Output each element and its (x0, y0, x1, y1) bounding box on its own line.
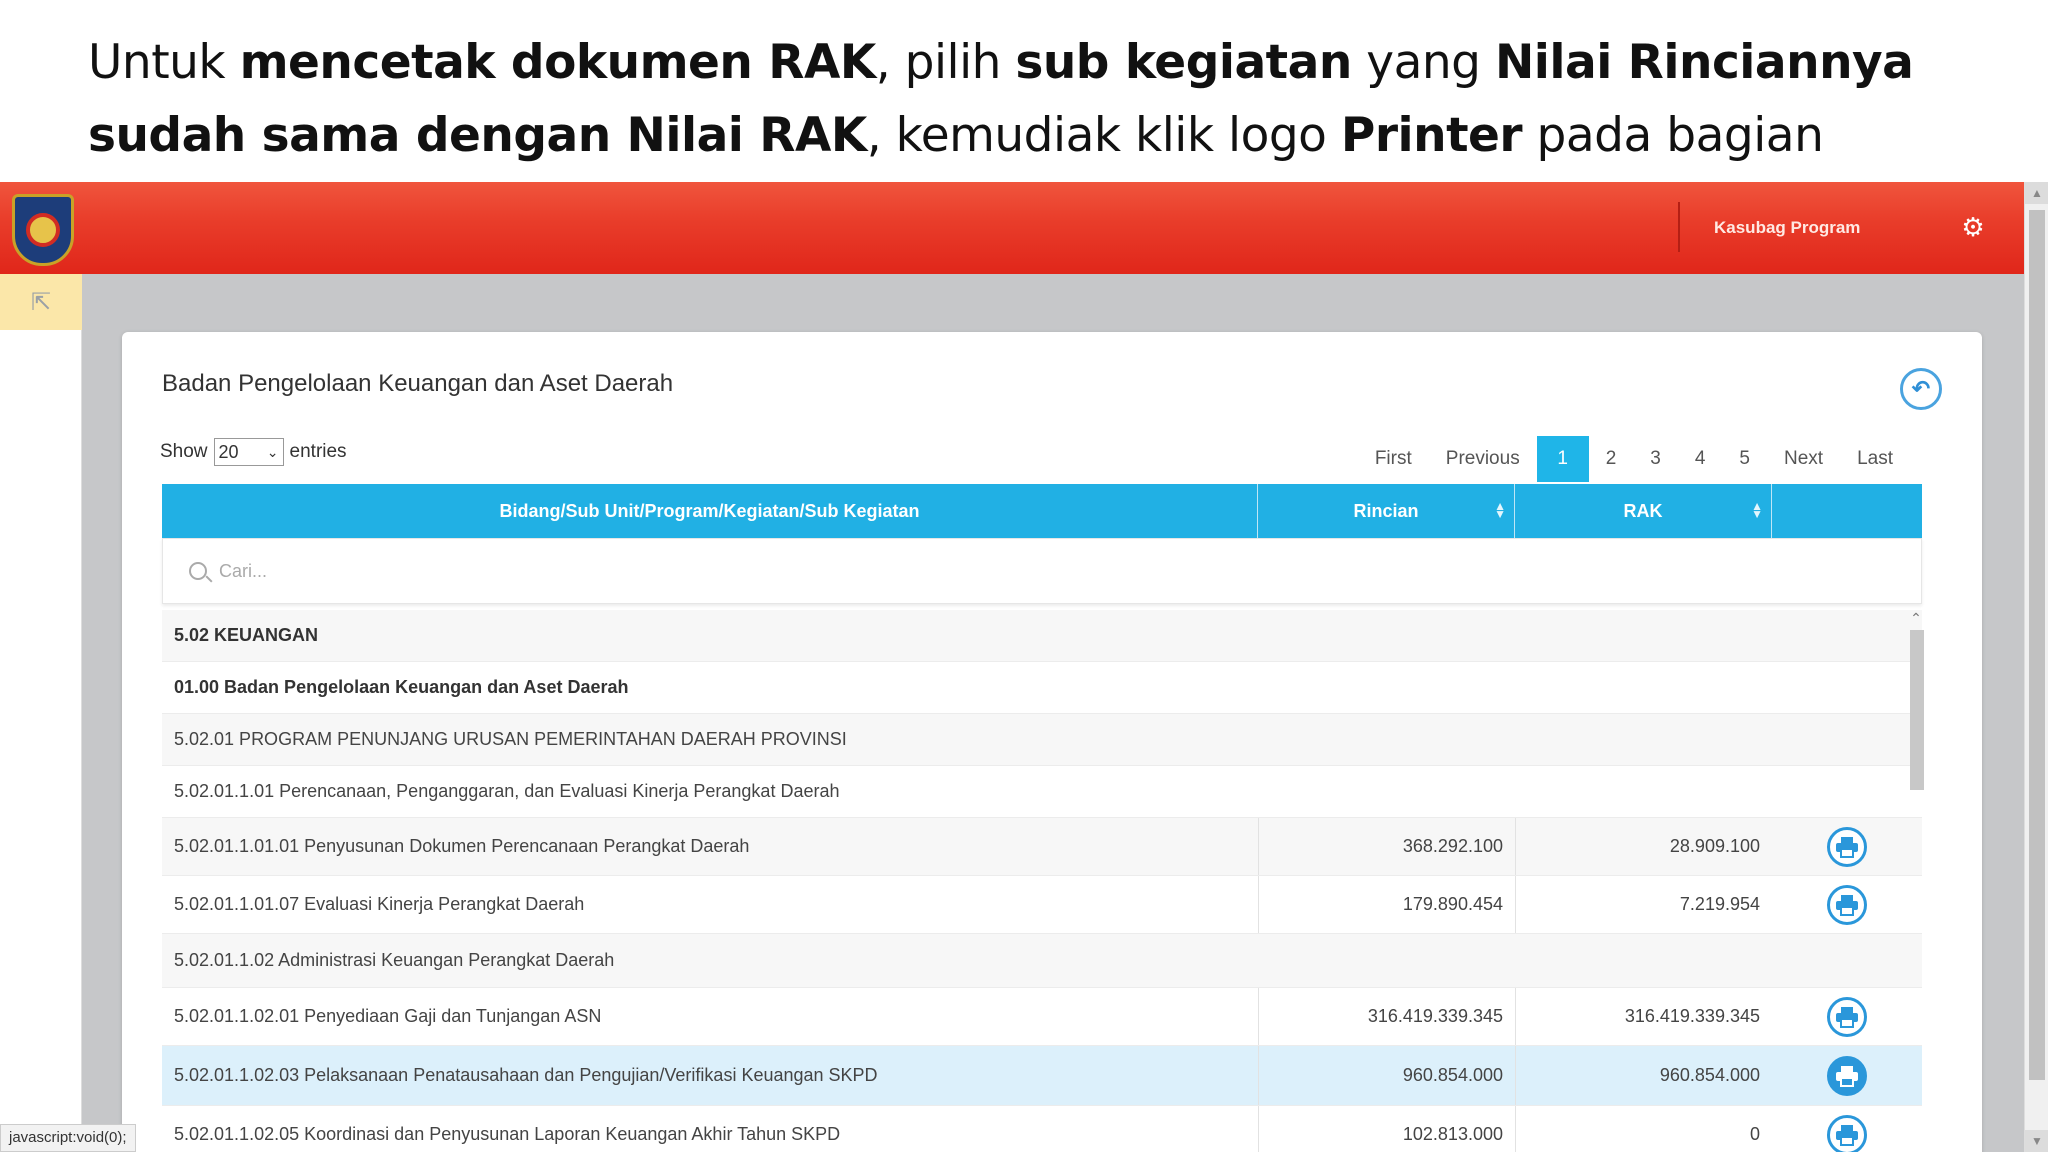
row-rincian: 960.854.000 (1258, 1046, 1515, 1105)
instruction-part: , pilih (875, 35, 1016, 90)
column-header-rak[interactable]: RAK ▲ ▼ (1515, 484, 1772, 538)
scrollbar-thumb[interactable] (2029, 210, 2045, 1080)
scroll-up-icon[interactable]: ▲ (2025, 182, 2048, 204)
row-label: 5.02.01.1.02.01 Penyediaan Gaji dan Tunj… (174, 1006, 602, 1026)
sort-icon: ▲ ▼ (1751, 499, 1763, 521)
row-rincian: 368.292.100 (1258, 818, 1515, 875)
table-row[interactable]: 5.02.01 PROGRAM PENUNJANG URUSAN PEMERIN… (162, 714, 1922, 766)
gear-icon[interactable]: ⚙ (1960, 214, 1986, 240)
row-rincian: 179.890.454 (1258, 876, 1515, 933)
scroll-down-icon[interactable]: ▼ (2025, 1130, 2048, 1152)
row-rak: 316.419.339.345 (1515, 988, 1772, 1045)
table-scrollbar[interactable]: ⌃ (1906, 610, 1926, 1130)
row-label: 5.02.01.1.02.05 Koordinasi dan Penyusuna… (174, 1124, 841, 1144)
data-table: Bidang/Sub Unit/Program/Kegiatan/Sub Keg… (162, 484, 1924, 1152)
page-5[interactable]: 5 (1722, 436, 1767, 482)
printer-icon[interactable] (1827, 996, 1867, 1037)
chevron-down-icon: ⌄ (266, 444, 279, 460)
table-row[interactable]: 5.02.01.1.01.07 Evaluasi Kinerja Perangk… (162, 876, 1922, 934)
page-previous[interactable]: Previous (1429, 436, 1537, 482)
row-label: 5.02.01.1.01 Perencanaan, Penganggaran, … (174, 781, 840, 801)
table-row-highlighted[interactable]: 5.02.01.1.02.03 Pelaksanaan Penatausahaa… (162, 1046, 1922, 1106)
chevron-up-icon[interactable]: ⌃ (1906, 610, 1926, 627)
table-row[interactable]: 01.00 Badan Pengelolaan Keuangan dan Ase… (162, 662, 1922, 714)
printer-icon[interactable] (1827, 1114, 1867, 1152)
search-icon (189, 562, 207, 580)
page-last[interactable]: Last (1840, 436, 1910, 482)
row-label: 5.02 KEUANGAN (174, 625, 319, 645)
window-scrollbar[interactable]: ▲ ▼ (2024, 182, 2048, 1152)
show-label: Show (160, 441, 208, 462)
printer-icon[interactable] (1827, 884, 1867, 925)
entries-select[interactable]: 20 ⌄ (213, 438, 284, 466)
instruction-bold: mencetak dokumen RAK (239, 35, 877, 90)
status-bar-url: javascript:void(0); (0, 1124, 136, 1152)
search-row: Cari... (162, 538, 1922, 604)
instruction-bold: sub kegiatan (1015, 35, 1352, 90)
pagination: First Previous 1 2 3 4 5 Next Last (1358, 436, 1910, 482)
page-4[interactable]: 4 (1678, 436, 1723, 482)
printer-icon[interactable] (1827, 826, 1867, 867)
sidebar-toggle-icon[interactable]: ⇱ (0, 274, 82, 330)
instruction-part: Untuk (88, 35, 240, 90)
table-scroll-thumb[interactable] (1910, 630, 1924, 790)
page-first[interactable]: First (1358, 436, 1429, 482)
row-rak: 7.219.954 (1515, 876, 1772, 933)
row-rak: 28.909.100 (1515, 818, 1772, 875)
app-window: Kasubag Program ⚙ ⇱ ▲ ▼ Badan Pengelolaa… (0, 182, 2048, 1152)
page-3[interactable]: 3 (1633, 436, 1678, 482)
row-label: 5.02.01 PROGRAM PENUNJANG URUSAN PEMERIN… (174, 729, 847, 749)
row-label: 5.02.01.1.02 Administrasi Keuangan Peran… (174, 950, 615, 970)
table-header: Bidang/Sub Unit/Program/Kegiatan/Sub Keg… (162, 484, 1922, 538)
undo-icon[interactable]: ↶ (1900, 368, 1942, 410)
column-header-action (1772, 484, 1922, 538)
row-label: 5.02.01.1.02.03 Pelaksanaan Penatausahaa… (174, 1065, 878, 1085)
row-label: 5.02.01.1.01.07 Evaluasi Kinerja Perangk… (174, 894, 585, 914)
table-row[interactable]: 5.02 KEUANGAN (162, 610, 1922, 662)
table-row[interactable]: 5.02.01.1.02.01 Penyediaan Gaji dan Tunj… (162, 988, 1922, 1046)
table-row[interactable]: 5.02.01.1.02.05 Koordinasi dan Penyusuna… (162, 1106, 1922, 1152)
show-entries: Show 20 ⌄ entries (160, 438, 347, 466)
row-rincian: 316.419.339.345 (1258, 988, 1515, 1045)
row-label: 01.00 Badan Pengelolaan Keuangan dan Ase… (174, 677, 629, 697)
entries-label: entries (289, 441, 347, 462)
table-row[interactable]: 5.02.01.1.01 Perencanaan, Penganggaran, … (162, 766, 1922, 818)
row-rincian: 102.813.000 (1258, 1106, 1515, 1152)
content-card: Badan Pengelolaan Keuangan dan Aset Daer… (122, 332, 1982, 1152)
page-2[interactable]: 2 (1589, 436, 1634, 482)
instruction-part: , kemudiak klik logo (866, 108, 1341, 163)
page-next[interactable]: Next (1767, 436, 1840, 482)
instruction-bold: Printer (1340, 108, 1523, 163)
instruction-part: yang (1351, 35, 1495, 90)
printer-icon[interactable] (1827, 1055, 1867, 1096)
row-label: 5.02.01.1.01.01 Penyusunan Dokumen Peren… (174, 836, 750, 856)
search-input[interactable]: Cari... (219, 561, 267, 582)
sort-icon: ▲ ▼ (1494, 499, 1506, 521)
row-rak: 960.854.000 (1515, 1046, 1772, 1105)
table-row[interactable]: 5.02.01.1.02 Administrasi Keuangan Peran… (162, 934, 1922, 988)
page-title: Badan Pengelolaan Keuangan dan Aset Daer… (162, 370, 674, 397)
sidebar: ⇱ (0, 274, 82, 1152)
top-bar: Kasubag Program ⚙ (0, 182, 2024, 274)
column-header-name[interactable]: Bidang/Sub Unit/Program/Kegiatan/Sub Keg… (162, 484, 1258, 538)
table-body: 5.02 KEUANGAN 01.00 Badan Pengelolaan Ke… (162, 610, 1924, 1152)
topbar-divider (1678, 202, 1680, 252)
page-1[interactable]: 1 (1536, 436, 1589, 482)
entries-value: 20 (218, 442, 239, 462)
emblem-logo-icon[interactable] (12, 194, 74, 266)
table-row[interactable]: 5.02.01.1.01.01 Penyusunan Dokumen Peren… (162, 818, 1922, 876)
row-rak: 0 (1515, 1106, 1772, 1152)
user-menu[interactable]: Kasubag Program (1714, 218, 1860, 238)
column-header-rincian[interactable]: Rincian ▲ ▼ (1258, 484, 1515, 538)
